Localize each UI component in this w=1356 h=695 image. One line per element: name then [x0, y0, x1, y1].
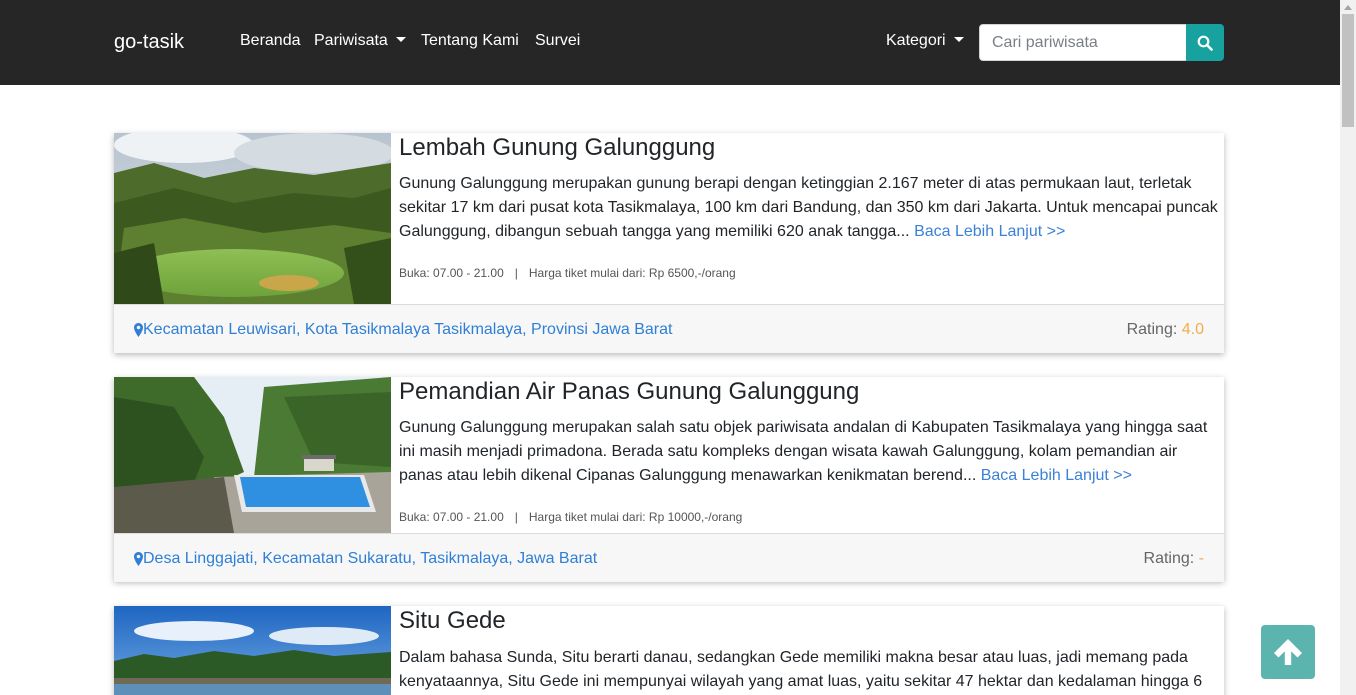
search-input[interactable]: [979, 24, 1186, 61]
location-text: Desa Linggajati, Kecamatan Sukaratu, Tas…: [143, 550, 598, 567]
scrollbar-thumb[interactable]: [1342, 14, 1354, 127]
place-title[interactable]: Pemandian Air Panas Gunung Galunggung: [399, 378, 859, 406]
meta-separator: |: [514, 510, 518, 524]
place-image-pemandian-air-panas[interactable]: [114, 377, 391, 533]
map-marker-icon: [134, 552, 143, 566]
ticket-price: Harga tiket mulai dari: Rp 10000,-/orang: [528, 510, 743, 524]
place-card: Lembah Gunung Galunggung Gunung Galunggu…: [114, 133, 1224, 353]
opening-hours: Buka: 07.00 - 21.00: [399, 510, 504, 524]
location-link[interactable]: Desa Linggajati, Kecamatan Sukaratu, Tas…: [134, 550, 597, 568]
card-footer: Desa Linggajati, Kecamatan Sukaratu, Tas…: [114, 533, 1224, 582]
rating-value: -: [1198, 550, 1204, 567]
opening-hours: Buka: 07.00 - 21.00: [399, 266, 504, 280]
place-title[interactable]: Lembah Gunung Galunggung: [399, 134, 715, 162]
navbar: go-tasik Beranda Pariwisata Tentang Kami…: [0, 0, 1340, 85]
rating-label: Rating:: [1143, 550, 1195, 567]
place-card: Pemandian Air Panas Gunung Galunggung Gu…: [114, 377, 1224, 582]
place-image-lembah-galunggung[interactable]: [114, 133, 391, 304]
read-more-link[interactable]: Baca Lebih Lanjut >>: [981, 467, 1132, 484]
place-meta: Buka: 07.00 - 21.00 | Harga tiket mulai da…: [399, 266, 736, 280]
read-more-link[interactable]: Baca Lebih Lanjut >>: [914, 223, 1065, 240]
caret-down-icon: [953, 37, 964, 42]
location-link[interactable]: Kecamatan Leuwisari, Kota Tasikmalaya Ta…: [134, 321, 672, 339]
caret-down-icon: [395, 37, 406, 42]
place-description: Gunung Galunggung merupakan gunung berap…: [399, 172, 1219, 244]
nav-link-tentang-kami[interactable]: Tentang Kami: [421, 32, 519, 50]
place-description: Dalam bahasa Sunda, Situ berarti danau, …: [399, 649, 1203, 690]
brand-logo[interactable]: go-tasik: [114, 31, 184, 54]
nav-dropdown-label: Pariwisata: [314, 32, 388, 49]
meta-separator: |: [514, 266, 518, 280]
arrow-up-icon: [1274, 639, 1302, 665]
place-description: Gunung Galunggung merupakan salah satu o…: [399, 416, 1219, 488]
search-icon: [1197, 35, 1213, 51]
nav-link-beranda[interactable]: Beranda: [240, 32, 301, 50]
nav-link-survei[interactable]: Survei: [535, 32, 580, 50]
nav-dropdown-kategori[interactable]: Kategori: [886, 32, 964, 50]
location-text: Kecamatan Leuwisari, Kota Tasikmalaya Ta…: [143, 321, 673, 338]
rating: Rating: -: [1144, 550, 1204, 568]
kategori-label: Kategori: [886, 32, 946, 49]
rating-label: Rating:: [1126, 321, 1178, 338]
map-marker-icon: [134, 323, 143, 337]
scroll-up-arrow-icon[interactable]: [1344, 5, 1352, 10]
search-button[interactable]: [1186, 24, 1224, 61]
rating: Rating: 4.0: [1127, 321, 1204, 339]
place-image-situ-gede[interactable]: [114, 606, 391, 695]
rating-value: 4.0: [1181, 321, 1204, 338]
place-meta: Buka: 07.00 - 21.00 | Harga tiket mulai da…: [399, 510, 742, 524]
place-title[interactable]: Situ Gede: [399, 607, 506, 635]
scroll-to-top-button[interactable]: [1261, 625, 1315, 679]
page-scrollbar[interactable]: [1340, 0, 1356, 695]
ticket-price: Harga tiket mulai dari: Rp 6500,-/orang: [528, 266, 736, 280]
place-card: Situ Gede Dalam bahasa Sunda, Situ berar…: [114, 606, 1224, 695]
description-text: Gunung Galunggung merupakan gunung berap…: [399, 175, 1218, 240]
nav-dropdown-pariwisata[interactable]: Pariwisata: [314, 32, 406, 50]
card-footer: Kecamatan Leuwisari, Kota Tasikmalaya Ta…: [114, 304, 1224, 353]
